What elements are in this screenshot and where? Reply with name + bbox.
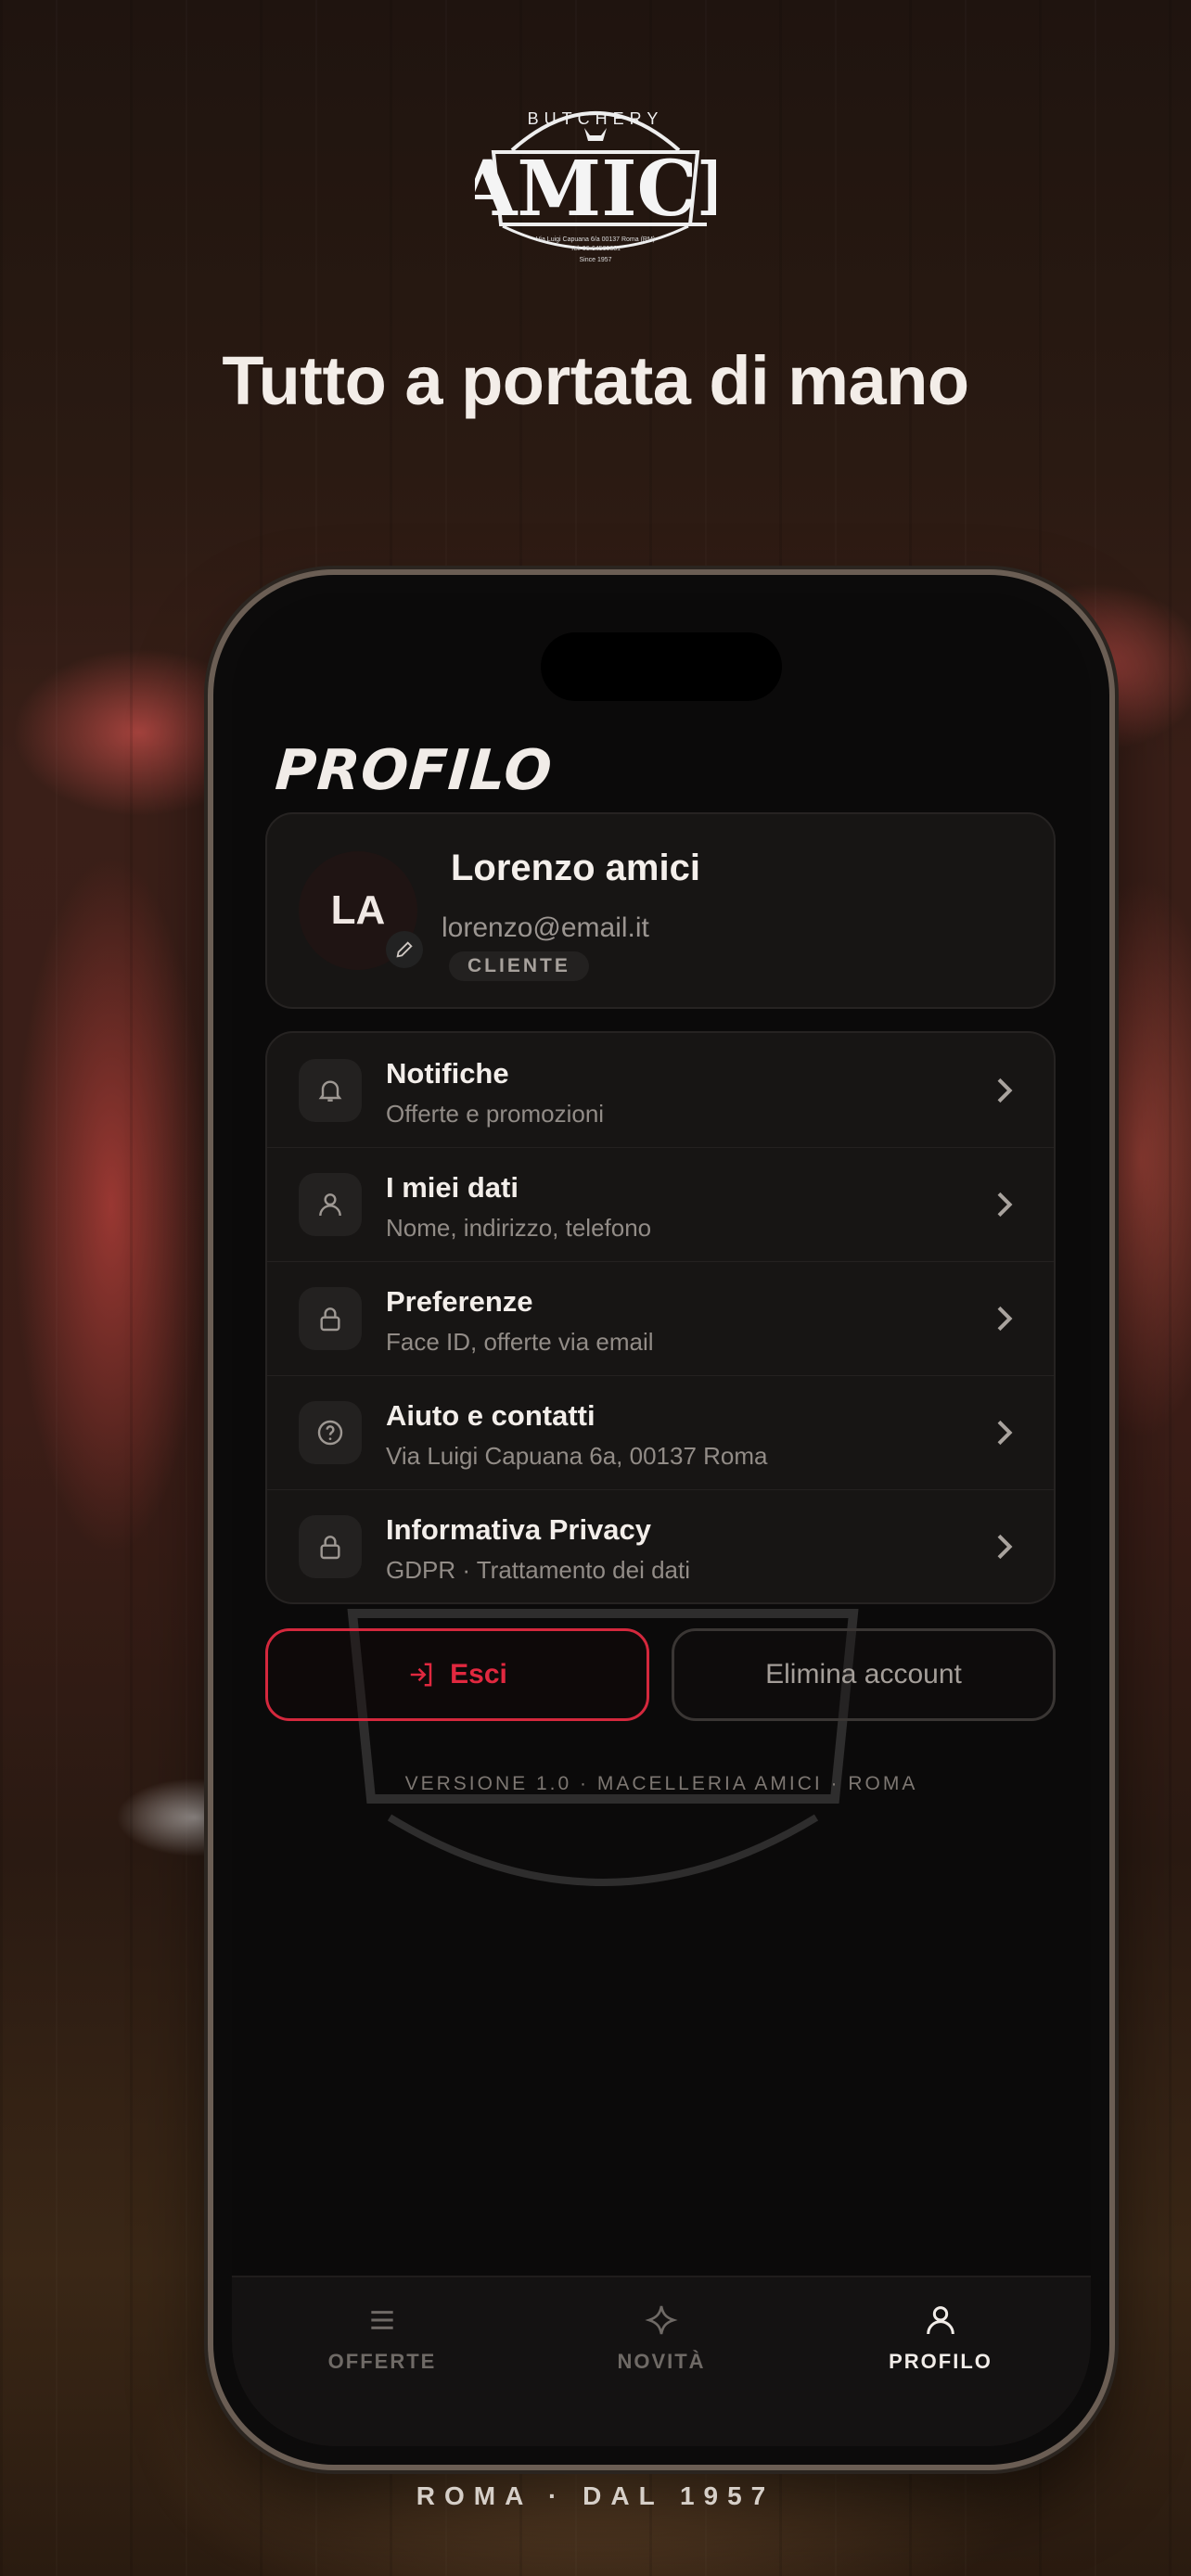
phone-screen: PROFILO LA Lorenzo amici lorenzo@email.i… xyxy=(232,593,1091,2446)
chevron-right-icon xyxy=(997,1534,1013,1560)
tab-profilo[interactable]: PROFILO xyxy=(839,2302,1043,2374)
role-badge: CLIENTE xyxy=(449,951,589,981)
pencil-icon xyxy=(396,941,413,958)
logout-icon xyxy=(410,1663,432,1687)
chevron-right-icon xyxy=(997,1420,1013,1446)
user-icon xyxy=(927,2306,954,2335)
menu-item-subtitle: Via Luigi Capuana 6a, 00137 Roma xyxy=(386,1442,768,1470)
menu-icon xyxy=(371,2311,393,2329)
menu-item-title: Preferenze xyxy=(386,1285,533,1318)
menu-item-preferenze[interactable]: Preferenze Face ID, offerte via email xyxy=(267,1261,1054,1376)
menu-item-subtitle: Face ID, offerte via email xyxy=(386,1328,654,1356)
logo-watermark xyxy=(347,1609,859,1886)
chevron-right-icon xyxy=(997,1078,1013,1103)
settings-menu: Notifiche Offerte e promozioni I miei da… xyxy=(265,1031,1056,1604)
dynamic-island xyxy=(541,632,782,701)
svg-text:BUTCHERY: BUTCHERY xyxy=(528,109,664,128)
menu-item-aiuto[interactable]: Aiuto e contatti Via Luigi Capuana 6a, 0… xyxy=(267,1375,1054,1490)
headline: Tutto a portata di mano xyxy=(222,342,969,419)
tab-label: NOVITÀ xyxy=(617,2350,706,2373)
bell-icon xyxy=(299,1059,362,1122)
profile-card[interactable]: LA Lorenzo amici lorenzo@email.it CLIENT… xyxy=(265,812,1056,1009)
lock-icon xyxy=(299,1287,362,1350)
help-circle-icon xyxy=(299,1401,362,1464)
delete-account-button[interactable]: Elimina account xyxy=(672,1628,1056,1721)
menu-item-miei-dati[interactable]: I miei dati Nome, indirizzo, telefono xyxy=(267,1147,1054,1262)
svg-text:Via Luigi Capuana 6/a 00137 Ro: Via Luigi Capuana 6/a 00137 Roma (RM) xyxy=(536,236,655,243)
menu-item-title: Notifiche xyxy=(386,1057,509,1090)
amici-logo: BUTCHERY AMICI Via Luigi Capuana 6/a 001… xyxy=(475,109,716,263)
menu-item-title: Informativa Privacy xyxy=(386,1513,652,1546)
tab-label: PROFILO xyxy=(889,2350,992,2373)
lock-icon xyxy=(299,1515,362,1578)
menu-item-title: I miei dati xyxy=(386,1171,519,1204)
chevron-right-icon xyxy=(997,1306,1013,1332)
svg-text:AMICI: AMICI xyxy=(475,145,716,234)
tab-label: OFFERTE xyxy=(327,2350,437,2373)
phone-mockup: PROFILO LA Lorenzo amici lorenzo@email.i… xyxy=(213,575,1109,2465)
version-text: VERSIONE 1.0 · MACELLERIA AMICI · ROMA xyxy=(404,1773,918,1794)
menu-item-subtitle: Offerte e promozioni xyxy=(386,1100,605,1128)
profile-name: Lorenzo amici xyxy=(451,848,700,888)
logout-label: Esci xyxy=(450,1659,507,1690)
logout-button[interactable]: Esci xyxy=(265,1628,649,1721)
footer-tagline: ROMA · DAL 1957 xyxy=(416,2481,775,2510)
menu-item-subtitle: Nome, indirizzo, telefono xyxy=(386,1214,652,1242)
user-icon xyxy=(299,1173,362,1236)
tab-bar: OFFERTE NOVITÀ PROFILO xyxy=(232,2276,1091,2446)
sparkle-icon xyxy=(645,2305,678,2335)
profile-email: lorenzo@email.it xyxy=(442,912,649,943)
svg-text:Tel. 06-64505881: Tel. 06-64505881 xyxy=(570,246,621,252)
menu-item-subtitle: GDPR · Trattamento dei dati xyxy=(386,1556,691,1584)
edit-avatar-button[interactable] xyxy=(386,931,423,968)
tab-novita[interactable]: NOVITÀ xyxy=(559,2302,763,2374)
menu-item-title: Aiuto e contatti xyxy=(386,1399,596,1432)
chevron-right-icon xyxy=(997,1192,1013,1218)
tab-offerte[interactable]: OFFERTE xyxy=(280,2302,484,2374)
menu-item-privacy[interactable]: Informativa Privacy GDPR · Trattamento d… xyxy=(267,1489,1054,1602)
svg-text:Since 1957: Since 1957 xyxy=(579,257,611,263)
delete-account-label: Elimina account xyxy=(765,1659,962,1690)
screen-title: PROFILO xyxy=(273,738,556,803)
menu-item-notifiche[interactable]: Notifiche Offerte e promozioni xyxy=(267,1033,1054,1148)
